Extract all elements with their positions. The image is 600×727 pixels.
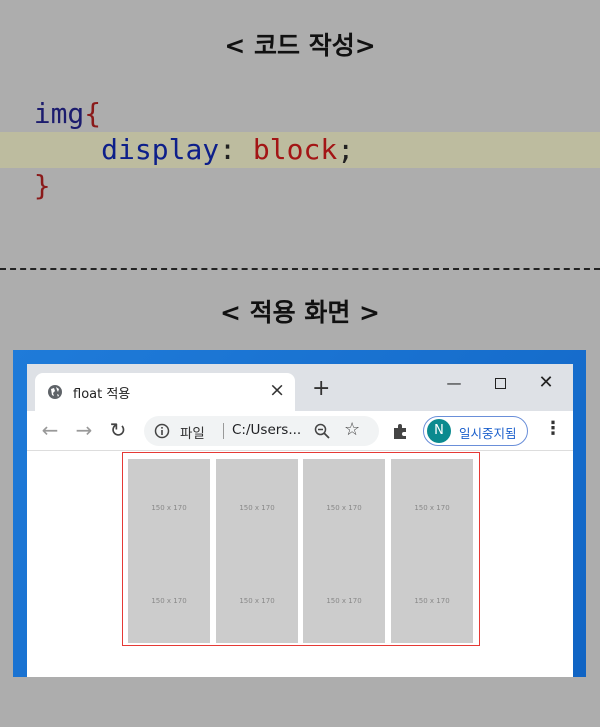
zoom-out-icon[interactable] [314, 423, 330, 439]
dashed-divider [0, 268, 600, 270]
image-size-label: 150 x 170 [239, 597, 275, 605]
image-size-label: 150 x 170 [239, 504, 275, 512]
image-size-label: 150 x 170 [151, 504, 187, 512]
css-property: display [101, 133, 220, 166]
code-section-title: < 코드 작성> [224, 31, 376, 60]
maximize-button[interactable] [477, 368, 523, 398]
profile-status-label: 일시중지됨 [459, 426, 517, 441]
image-placeholder-3: 150 x 170 150 x 170 [303, 459, 385, 643]
url-text[interactable]: C:/Users... [232, 422, 301, 438]
css-value: block [252, 133, 338, 166]
code-line-1: img{ [0, 96, 600, 132]
image-size-label: 150 x 170 [414, 504, 450, 512]
bookmark-star-icon[interactable]: ☆ [344, 419, 360, 440]
extensions-puzzle-icon[interactable] [391, 421, 411, 441]
browser-tab[interactable]: float 적용 × [35, 373, 295, 411]
page-content: 150 x 170 150 x 170 150 x 170 150 x 170 … [27, 451, 573, 677]
image-placeholder-4: 150 x 170 150 x 170 [391, 459, 473, 643]
close-brace: } [33, 169, 51, 202]
file-scheme-label: 파일 [180, 426, 205, 442]
new-tab-button[interactable]: + [312, 378, 330, 400]
tab-title: float 적용 [73, 387, 131, 402]
globe-icon [48, 385, 62, 399]
address-bar[interactable]: 파일 C:/Users... ☆ [144, 416, 379, 446]
profile-button[interactable]: N 일시중지됨 [423, 416, 528, 446]
image-container: 150 x 170 150 x 170 150 x 170 150 x 170 … [122, 452, 480, 646]
back-button[interactable]: ← [37, 417, 63, 443]
reload-button[interactable]: ↻ [105, 417, 131, 443]
close-window-button[interactable]: ✕ [523, 368, 569, 398]
code-line-3: } [0, 168, 600, 204]
image-size-label: 150 x 170 [151, 597, 187, 605]
open-brace: { [84, 97, 102, 130]
address-separator [223, 423, 224, 439]
info-icon[interactable] [154, 423, 170, 439]
image-size-label: 150 x 170 [326, 504, 362, 512]
result-section-title: < 적용 화면 > [219, 298, 380, 327]
css-selector: img [33, 97, 85, 130]
semicolon: ; [337, 133, 355, 166]
desktop-background: float 적용 × + — ✕ ← → ↻ 파일 C:/Users... ☆ … [13, 350, 586, 677]
image-size-label: 150 x 170 [414, 597, 450, 605]
image-size-label: 150 x 170 [326, 597, 362, 605]
forward-button[interactable]: → [71, 417, 97, 443]
avatar: N [427, 419, 451, 443]
code-block: img{ display: block; } [0, 96, 600, 204]
image-placeholder-1: 150 x 170 150 x 170 [128, 459, 210, 643]
title-bar: float 적용 × + — ✕ [27, 364, 573, 411]
more-menu-icon[interactable]: ⋮ [544, 418, 562, 439]
close-tab-icon[interactable]: × [269, 379, 285, 401]
browser-toolbar: ← → ↻ 파일 C:/Users... ☆ N 일시중지됨 ⋮ [27, 411, 573, 451]
colon: : [219, 133, 237, 166]
browser-window: float 적용 × + — ✕ ← → ↻ 파일 C:/Users... ☆ … [27, 364, 573, 677]
image-placeholder-2: 150 x 170 150 x 170 [216, 459, 298, 643]
maximize-icon [494, 378, 506, 389]
code-line-2: display: block; [0, 132, 600, 168]
minimize-button[interactable]: — [431, 368, 477, 398]
